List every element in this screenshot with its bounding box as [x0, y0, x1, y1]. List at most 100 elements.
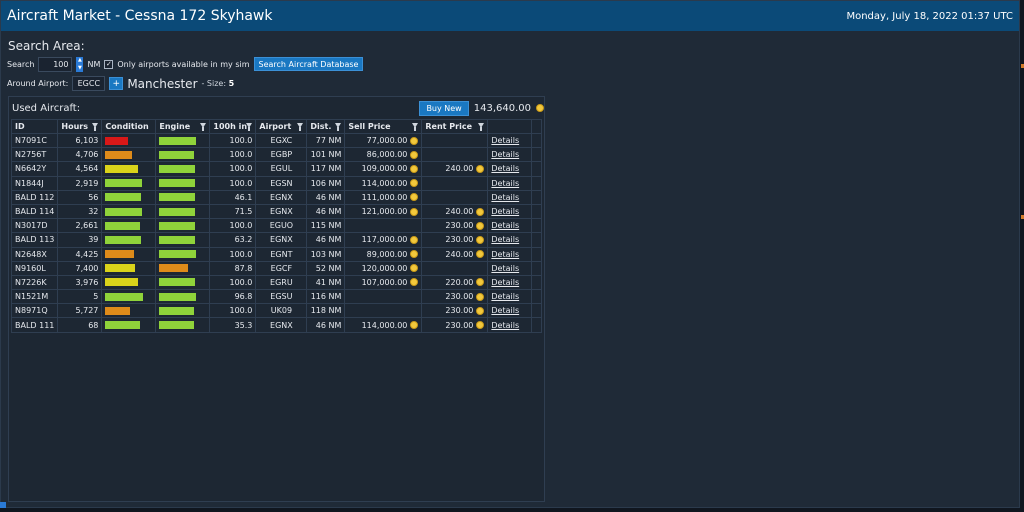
airport-input[interactable] — [72, 76, 106, 91]
row-spacer — [531, 132, 543, 149]
condition-cell — [101, 246, 157, 262]
table-row[interactable]: BALD 114 32 71.5 EGNX 46 NM 121,000.00 240.00 D… — [10, 203, 543, 220]
details-link[interactable]: Details — [491, 193, 519, 202]
table-row[interactable]: N9160L 7,400 87.8 EGCF 52 NM 120,000.00 Detail… — [10, 260, 543, 276]
table-header-row: ID Hours Condition Engine 100h in Airport Dist… — [10, 119, 543, 134]
table-row[interactable]: N6642Y 4,564 100.0 EGUL 117 NM 109,000.00 240.… — [10, 161, 543, 177]
condition-cell — [101, 175, 157, 191]
add-airport-button[interactable]: + — [109, 77, 124, 90]
buy-new-button[interactable]: Buy New — [419, 100, 469, 116]
filter-icon[interactable] — [335, 123, 342, 131]
details-link[interactable]: Details — [491, 250, 519, 259]
details-link[interactable]: Details — [491, 235, 519, 244]
details-link[interactable]: Details — [491, 150, 519, 159]
table-row[interactable]: N8971Q 5,727 100.0 UK09 118 NM 230.00 Details — [10, 303, 543, 319]
details-cell: Details — [487, 317, 533, 333]
distance-input[interactable] — [38, 56, 73, 72]
engine-cell — [155, 260, 211, 276]
table-row[interactable]: N1521M 5 96.8 EGSU 116 NM 230.00 Details — [10, 289, 543, 305]
sell-price-cell: 109,000.00 — [344, 161, 423, 177]
details-link[interactable]: Details — [491, 292, 519, 301]
spinner-up-icon[interactable]: ▲ — [78, 57, 82, 64]
aircraft-hours: 3,976 — [57, 274, 103, 291]
hours-to-100h: 96.8 — [209, 289, 257, 305]
table-row[interactable]: N2756T 4,706 100.0 EGBP 101 NM 86,000.00 Detai… — [10, 147, 543, 163]
column-header-empty — [531, 119, 543, 134]
filter-icon[interactable] — [297, 123, 304, 131]
column-header[interactable]: Rent Price — [421, 119, 489, 134]
details-link[interactable]: Details — [491, 321, 519, 330]
sell-price-wrapper: 117,000.00 — [348, 235, 419, 244]
spinner-down-icon[interactable]: ▼ — [78, 65, 82, 72]
filter-icon[interactable] — [478, 123, 485, 131]
column-header[interactable]: Hours — [57, 119, 103, 134]
filter-icon[interactable] — [412, 123, 419, 131]
details-link[interactable]: Details — [491, 221, 519, 230]
table-row[interactable]: N1844J 2,919 100.0 EGSN 106 NM 114,000.00 Deta… — [10, 175, 543, 191]
details-cell: Details — [487, 189, 533, 205]
filter-icon[interactable] — [200, 123, 207, 131]
column-header[interactable]: Airport — [255, 119, 308, 134]
column-header[interactable]: Condition — [101, 119, 157, 134]
table-row[interactable]: N3017D 2,661 100.0 EGUO 115 NM 230.00 Details — [10, 218, 543, 234]
aircraft-id: N1521M — [10, 289, 59, 305]
table-row[interactable]: N7091C 6,103 100.0 EGXC 77 NM 77,000.00 Detail… — [10, 132, 543, 149]
row-spacer — [531, 147, 543, 163]
coin-icon — [476, 221, 485, 230]
table-row[interactable]: BALD 111 68 35.3 EGNX 46 NM 114,000.00 230.00 D… — [10, 317, 543, 333]
details-link[interactable]: Details — [491, 207, 519, 216]
search-database-button[interactable]: Search Aircraft Database — [253, 57, 364, 71]
column-header[interactable]: Sell Price — [344, 119, 423, 134]
used-aircraft-header: Used Aircraft: Buy New 143,640.00 — [11, 99, 544, 117]
engine-bar — [159, 278, 196, 287]
details-link[interactable]: Details — [491, 179, 519, 188]
aircraft-hours: 32 — [57, 203, 103, 220]
table-row[interactable]: BALD 113 39 63.2 EGNX 46 NM 117,000.00 230.00 D… — [10, 232, 543, 248]
filter-icon[interactable] — [246, 123, 253, 131]
aircraft-id: N9160L — [10, 260, 59, 276]
coin-icon — [476, 250, 485, 259]
details-link[interactable]: Details — [491, 164, 519, 173]
details-link[interactable]: Details — [491, 264, 519, 273]
condition-cell — [101, 260, 157, 276]
sell-price: 107,000.00 — [361, 277, 408, 287]
distance: 52 NM — [306, 260, 346, 276]
rent-price-wrapper: 230.00 — [425, 306, 485, 316]
table-row[interactable]: N2648X 4,425 100.0 EGNT 103 NM 89,000.00 240.0… — [10, 246, 543, 262]
sell-price-cell — [344, 303, 423, 319]
sell-price: 114,000.00 — [361, 320, 408, 330]
sell-price-cell: 120,000.00 — [344, 260, 423, 276]
column-header[interactable]: Dist. — [306, 119, 346, 134]
details-link[interactable]: Details — [491, 278, 519, 287]
details-link[interactable]: Details — [491, 136, 519, 145]
table-row[interactable]: BALD 112 56 46.1 EGNX 46 NM 111,000.00 Details — [10, 189, 543, 205]
rent-price: 230.00 — [445, 221, 474, 231]
table-row[interactable]: N7226K 3,976 100.0 EGRU 41 NM 107,000.00 220.0… — [10, 274, 543, 291]
distance-spinner[interactable]: ▲ ▼ — [76, 56, 84, 72]
details-cell: Details — [487, 175, 533, 191]
aircraft-id: N3017D — [10, 218, 59, 234]
airport-code: EGUO — [255, 218, 308, 234]
only-available-checkbox[interactable]: ✓ — [104, 59, 114, 69]
airport-code: EGUL — [255, 161, 308, 177]
aircraft-id: N8971Q — [10, 303, 59, 319]
aircraft-hours: 6,103 — [57, 132, 103, 149]
filter-icon[interactable] — [92, 123, 99, 131]
aircraft-id: N2756T — [10, 147, 59, 163]
distance: 116 NM — [306, 289, 346, 305]
sell-price-wrapper: 120,000.00 — [348, 264, 419, 273]
column-header[interactable]: Engine — [155, 119, 211, 134]
rent-price: 230.00 — [445, 306, 474, 316]
coin-icon — [410, 164, 419, 173]
rent-price-wrapper: 220.00 — [425, 278, 485, 287]
rent-price-cell — [421, 260, 489, 276]
aircraft-id: N7091C — [10, 132, 59, 149]
aircraft-market-window: Aircraft Market - Cessna 172 Skyhawk Mon… — [0, 0, 1020, 508]
details-link[interactable]: Details — [491, 306, 519, 315]
column-header[interactable]: 100h in — [209, 119, 257, 134]
table-body: N7091C 6,103 100.0 EGXC 77 NM 77,000.00 Detail… — [10, 132, 543, 333]
column-header[interactable]: ID — [10, 119, 59, 134]
airport-code: EGSN — [255, 175, 308, 191]
coin-icon — [476, 235, 485, 244]
coin-icon — [476, 306, 485, 315]
